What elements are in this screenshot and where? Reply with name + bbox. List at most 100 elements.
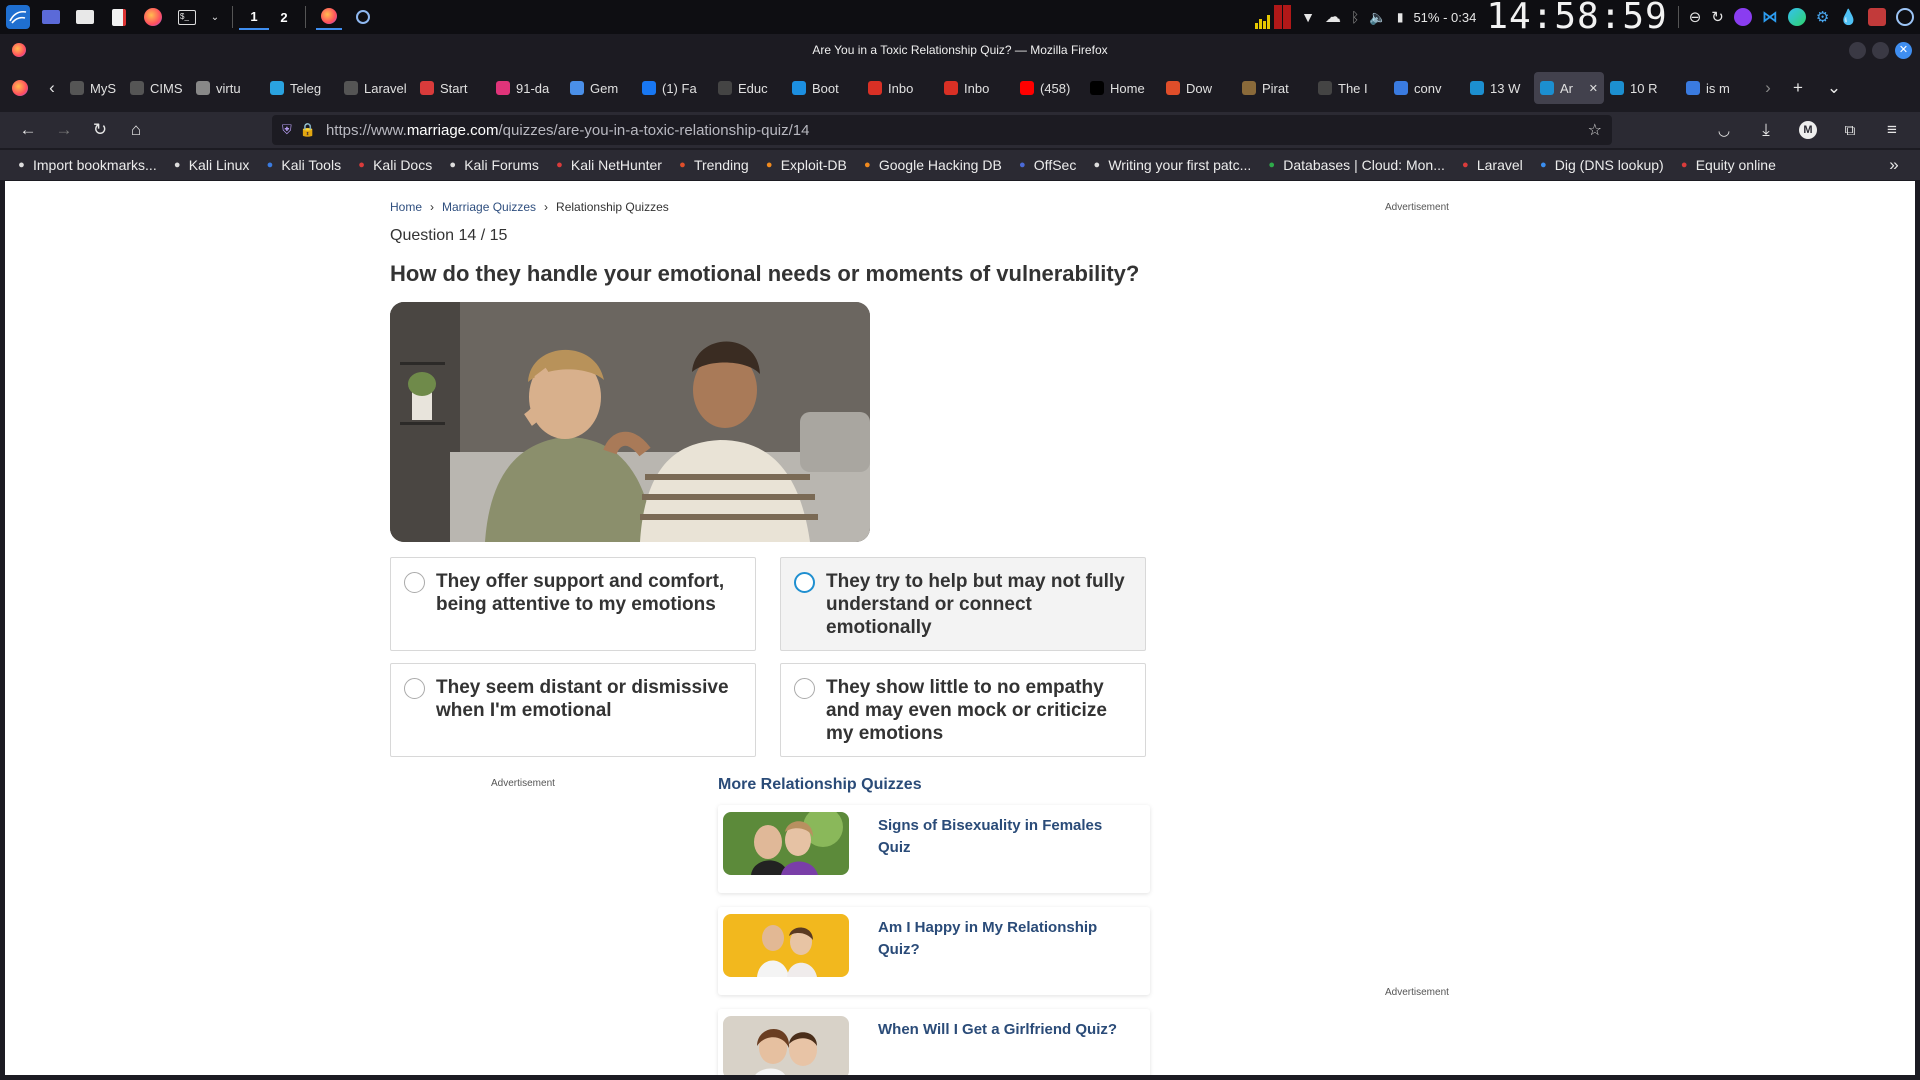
chevron-down-icon[interactable]: ⌄ [208,6,222,28]
radio-button[interactable] [794,678,815,699]
drop-icon[interactable]: 💧 [1839,8,1858,26]
home-icon[interactable]: ⌂ [118,116,154,144]
maximize-button[interactable] [1872,42,1889,59]
browser-tab[interactable]: Teleg [264,72,338,104]
battery-icon[interactable]: ▮ [1397,10,1404,24]
related-quiz-card[interactable]: Signs of Bisexuality in Females Quiz [718,805,1150,893]
tabs-scroll-left-icon[interactable]: ‹ [40,74,64,102]
browser-tab[interactable]: Laravel [338,72,414,104]
browser-tab[interactable]: Dow [1160,72,1236,104]
text-editor-icon[interactable] [106,6,132,28]
back-icon[interactable]: ← [10,116,46,144]
related-quiz-title[interactable]: Am I Happy in My Relationship Quiz? [878,917,1128,961]
browser-tab[interactable]: virtu [190,72,264,104]
close-tab-icon[interactable]: ✕ [1589,82,1598,95]
reload-icon[interactable]: ↻ [82,116,118,144]
bookmark-item[interactable]: ● Kali Linux [164,153,257,177]
network-cloud-icon[interactable]: ☁ [1325,7,1341,27]
browser-tab[interactable]: (458) [1014,72,1084,104]
browser-tab[interactable]: Pirat [1236,72,1312,104]
browser-tab[interactable]: Ar ✕ [1534,72,1604,104]
forward-icon[interactable]: → [46,116,82,144]
radio-button[interactable] [404,572,425,593]
browser-tab[interactable]: Boot [786,72,862,104]
account-icon[interactable]: M [1790,116,1826,144]
related-quiz-card[interactable]: Am I Happy in My Relationship Quiz? [718,907,1150,995]
browser-tab[interactable]: conv [1388,72,1464,104]
browser-tab[interactable]: 13 W [1464,72,1534,104]
radio-button[interactable] [404,678,425,699]
app-menu-icon[interactable]: ≡ [1874,116,1910,144]
related-quiz-title[interactable]: Signs of Bisexuality in Females Quiz [878,815,1128,859]
app-grid-icon[interactable] [1868,8,1886,26]
browser-tab[interactable]: is m [1680,72,1756,104]
firefox-icon[interactable] [140,6,166,28]
tracking-shield-icon[interactable]: ⛨ [282,122,292,138]
file-manager-icon[interactable] [72,6,98,28]
browser-tab[interactable]: (1) Fa [636,72,712,104]
browser-tab[interactable]: The I [1312,72,1388,104]
network-tool-icon[interactable]: ⚙ [1816,8,1829,26]
answer-option-4[interactable]: They show little to no empathy and may e… [780,663,1146,757]
browser-tab[interactable]: Educ [712,72,786,104]
edge-icon[interactable] [1787,8,1806,26]
breadcrumb-home-link[interactable]: Home [390,200,422,214]
bookmark-item[interactable]: ● Kali Tools [256,153,348,177]
browser-tab[interactable]: Gem [564,72,636,104]
downloads-icon[interactable]: ⤓ [1748,116,1784,144]
wifi-icon[interactable]: ▼ [1301,9,1315,25]
related-quiz-thumbnail[interactable] [723,812,849,875]
url-bar[interactable]: ⛨ 🔒 https://www.marriage.com/quizzes/are… [272,115,1612,145]
browser-tab[interactable]: Inbo [938,72,1014,104]
tor-icon[interactable] [1733,8,1752,26]
breadcrumb-marriage-quizzes-link[interactable]: Marriage Quizzes [442,200,536,214]
bookmark-item[interactable]: ● Kali Docs [348,153,439,177]
answer-option-3[interactable]: They seem distant or dismissive when I'm… [390,663,756,757]
bookmark-item[interactable]: ● Exploit-DB [756,153,854,177]
bookmark-star-icon[interactable]: ☆ [1588,120,1602,140]
bookmark-item[interactable]: ● Kali NetHunter [546,153,669,177]
bookmark-item[interactable]: ● Trending [669,153,756,177]
related-quiz-thumbnail[interactable] [723,1016,849,1075]
list-all-tabs-icon[interactable]: ⌄ [1816,74,1852,102]
browser-tab[interactable]: 91-da [490,72,564,104]
bookmark-item[interactable]: ● Google Hacking DB [854,153,1009,177]
bookmark-item[interactable]: ● Laravel [1452,153,1530,177]
sync-icon[interactable]: ↻ [1711,8,1724,26]
close-window-button[interactable]: ✕ [1895,42,1912,59]
lock-icon[interactable]: 🔒 [300,122,316,138]
bookmark-item[interactable]: ● Import bookmarks... [8,153,164,177]
desktop-icon[interactable] [38,6,64,28]
new-tab-icon[interactable]: + [1780,74,1816,102]
browser-tab[interactable]: Inbo [862,72,938,104]
kali-menu-icon[interactable] [6,5,30,29]
bluetooth-icon[interactable]: ᛒ [1351,9,1359,25]
tabs-scroll-right-icon[interactable]: › [1756,74,1780,102]
power-icon[interactable] [1896,8,1914,26]
terminal-icon[interactable]: $_ [174,6,200,28]
radio-button-selected[interactable] [794,572,815,593]
browser-tab[interactable]: 10 R [1604,72,1680,104]
bookmarks-overflow-icon[interactable]: » [1876,151,1912,179]
bookmark-item[interactable]: ● OffSec [1009,153,1084,177]
answer-option-1[interactable]: They offer support and comfort, being at… [390,557,756,651]
circle-task-icon[interactable] [350,6,376,28]
answer-option-2[interactable]: They try to help but may not fully under… [780,557,1146,651]
more-quizzes-heading[interactable]: More Relationship Quizzes [718,776,922,794]
related-quiz-thumbnail[interactable] [723,914,849,977]
workspace-2[interactable]: 2 [269,4,299,30]
bookmark-item[interactable]: ● Writing your first patc... [1083,153,1258,177]
do-not-disturb-icon[interactable]: ⊖ [1689,8,1702,26]
volume-icon[interactable]: 🔈 [1369,9,1386,26]
firefox-task-icon[interactable] [316,4,342,30]
workspace-1[interactable]: 1 [239,4,269,30]
vscode-icon[interactable]: ⋈ [1762,7,1778,27]
browser-tab[interactable]: MyS [64,72,124,104]
browser-tab[interactable]: Home [1084,72,1160,104]
minimize-button[interactable] [1849,42,1866,59]
related-quiz-card[interactable]: When Will I Get a Girlfriend Quiz? [718,1009,1150,1075]
bookmark-item[interactable]: ● Databases | Cloud: Mon... [1258,153,1452,177]
firefox-view-icon[interactable] [0,74,40,102]
url-text[interactable]: https://www.marriage.com/quizzes/are-you… [326,122,810,139]
related-quiz-title[interactable]: When Will I Get a Girlfriend Quiz? [878,1019,1128,1041]
